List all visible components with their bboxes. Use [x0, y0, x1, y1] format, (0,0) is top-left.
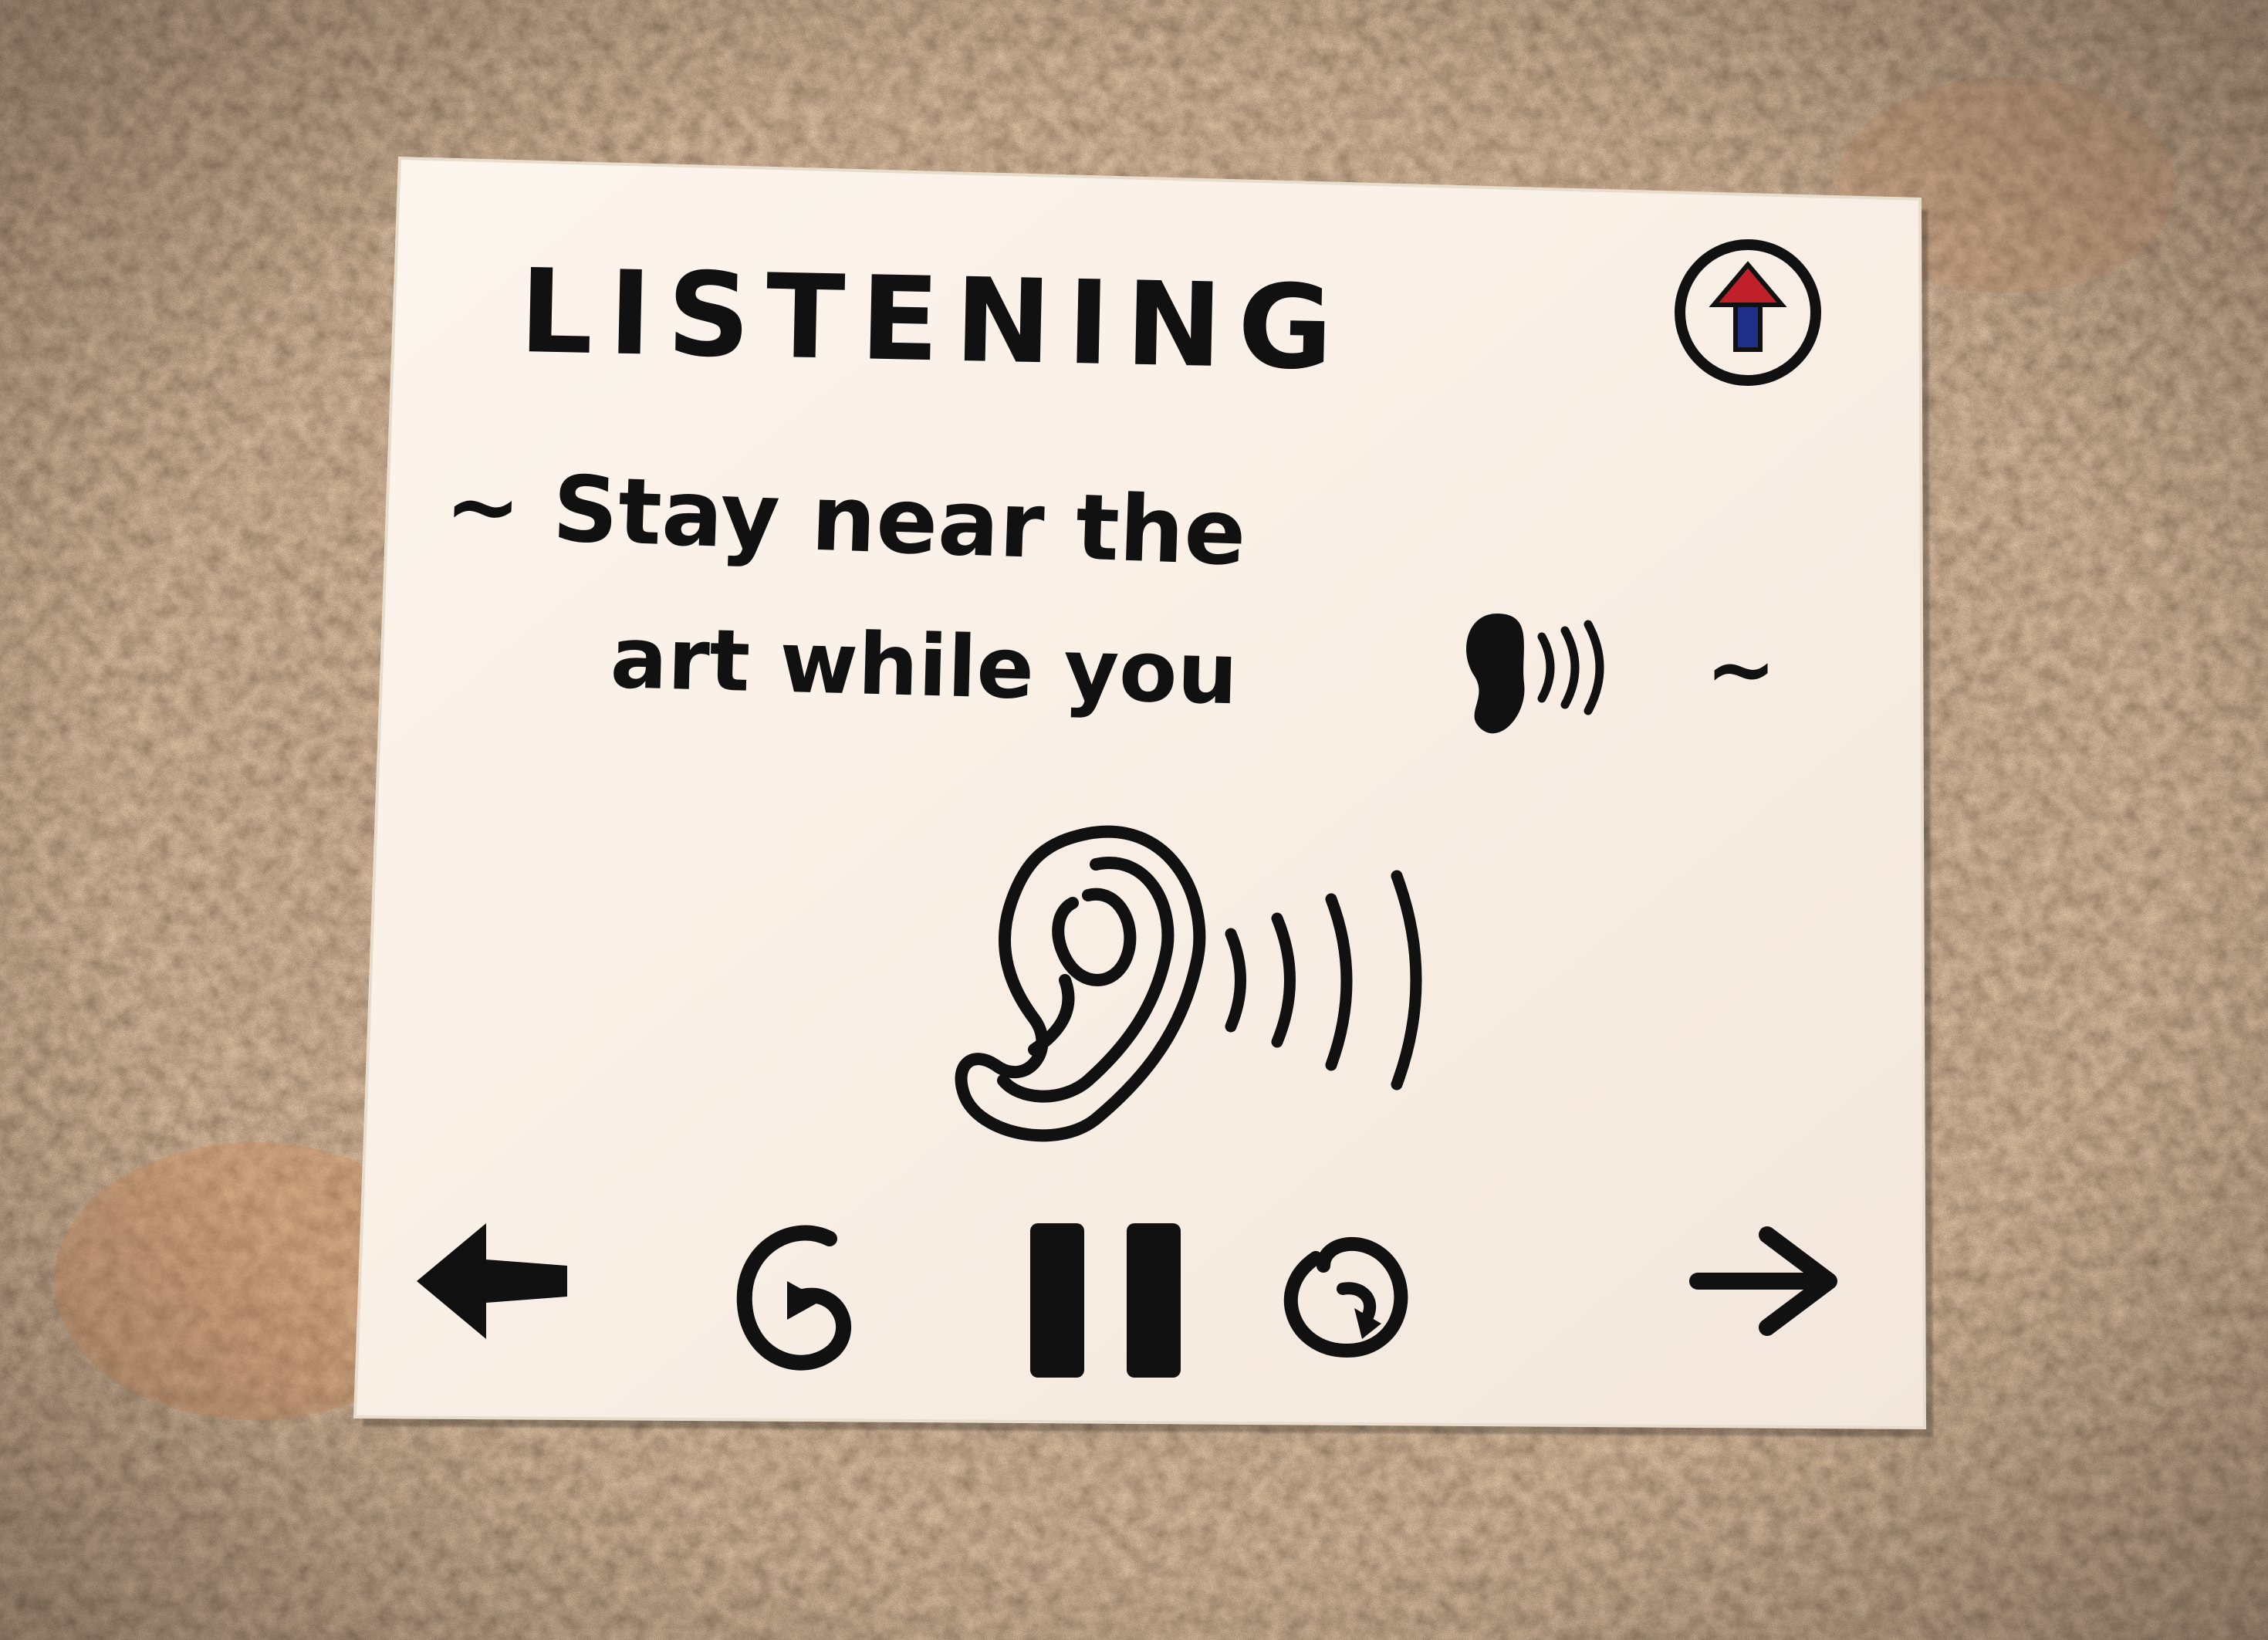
page-title: LISTENING — [518, 245, 1350, 396]
photo-scene: LISTENING ~ Stay near the art while you … — [0, 0, 2268, 1640]
instruction-trailing-tilde: ~ — [1705, 620, 1776, 719]
instruction-line-2: art while you — [609, 608, 1239, 723]
